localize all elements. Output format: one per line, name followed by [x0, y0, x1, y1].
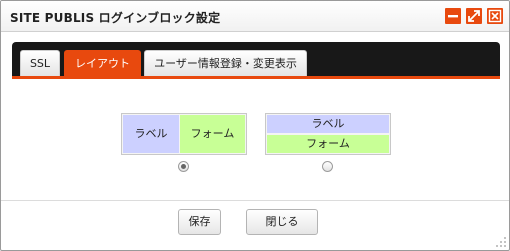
maximize-icon: [468, 10, 480, 22]
footer-divider: [1, 200, 509, 201]
tab-layout[interactable]: レイアウト: [64, 50, 141, 76]
layout-radio-horizontal[interactable]: [178, 161, 189, 172]
login-block-settings-dialog: SITE PUBLIS ログインブロック設定 SSL レイアウト ユーザー情報登…: [0, 0, 510, 251]
tab-bar: SSL レイアウト ユーザー情報登録・変更表示: [12, 42, 500, 79]
form-cell: フォーム: [267, 135, 389, 153]
maximize-button[interactable]: [466, 8, 482, 24]
tab-ssl[interactable]: SSL: [20, 50, 60, 76]
close-window-button[interactable]: [487, 8, 503, 24]
label-cell: ラベル: [123, 115, 179, 153]
window-title: SITE PUBLIS ログインブロック設定: [10, 11, 221, 25]
close-button[interactable]: 閉じる: [246, 209, 318, 235]
save-button[interactable]: 保存: [178, 209, 221, 235]
minimize-button[interactable]: [445, 8, 461, 24]
radio-selected-dot: [181, 164, 186, 169]
close-icon: [488, 9, 502, 23]
layout-option-horizontal[interactable]: ラベル フォーム: [121, 113, 247, 155]
layout-radio-vertical[interactable]: [322, 161, 333, 172]
tab-user-info-registration[interactable]: ユーザー情報登録・変更表示: [144, 50, 307, 76]
label-cell: ラベル: [267, 115, 389, 133]
title-bar[interactable]: SITE PUBLIS ログインブロック設定: [1, 1, 509, 32]
form-cell: フォーム: [180, 115, 245, 153]
minimize-icon: [448, 15, 458, 18]
resize-grip-icon[interactable]: [494, 235, 508, 249]
layout-option-vertical[interactable]: ラベル フォーム: [265, 113, 391, 155]
